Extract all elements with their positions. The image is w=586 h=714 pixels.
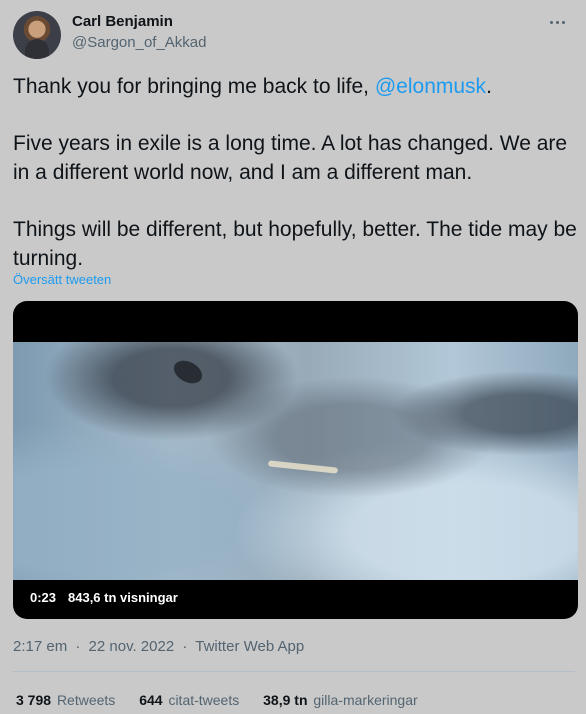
mention-link[interactable]: @elonmusk — [375, 75, 486, 98]
likes-stat[interactable]: 38,9 tn gilla-markeringar — [263, 692, 418, 708]
tweet-date[interactable]: 22 nov. 2022 — [89, 638, 175, 655]
tweet-line1-after: . — [486, 75, 492, 98]
tweet-client[interactable]: Twitter Web App — [195, 638, 304, 655]
retweets-stat[interactable]: 3 798 Retweets — [16, 692, 115, 708]
video-duration: 0:23 — [30, 590, 57, 605]
tweet-line1-before: Thank you for bringing me back to life, — [13, 75, 375, 98]
tweet-text: Thank you for bringing me back to life, … — [13, 72, 578, 301]
meta-separator: · — [75, 638, 81, 655]
divider — [13, 671, 575, 672]
tweet-stats: 3 798 Retweets 644 citat-tweets 38,9 tn … — [16, 692, 438, 708]
retweets-label: Retweets — [56, 692, 116, 708]
tweet-paragraph-3: Things will be different, but hopefully,… — [13, 218, 577, 270]
likes-label: gilla-markeringar — [313, 692, 418, 708]
video-views: 843,6 tn visningar — [68, 590, 178, 605]
video-frame — [13, 342, 578, 580]
avatar[interactable] — [13, 11, 61, 59]
retweets-count: 3 798 — [16, 692, 52, 708]
author-name[interactable]: Carl Benjamin — [72, 13, 173, 30]
author-handle[interactable]: @Sargon_of_Akkad — [72, 34, 206, 51]
quotes-count: 644 — [139, 692, 163, 708]
tweet-paragraph-2: Five years in exile is a long time. A lo… — [13, 132, 568, 184]
tweet-meta: 2:17 em · 22 nov. 2022 · Twitter Web App — [13, 638, 304, 655]
tweet: Carl Benjamin @Sargon_of_Akkad Thank you… — [0, 0, 586, 714]
likes-count: 38,9 tn — [263, 692, 308, 708]
translate-link[interactable]: Översätt tweeten — [13, 272, 111, 287]
quotes-stat[interactable]: 644 citat-tweets — [139, 692, 239, 708]
meta-separator: · — [182, 638, 188, 655]
video-player[interactable]: 0:23 843,6 tn visningar — [13, 301, 578, 619]
quotes-label: citat-tweets — [168, 692, 240, 708]
more-options-icon[interactable] — [540, 12, 574, 32]
tweet-time[interactable]: 2:17 em — [13, 638, 67, 655]
